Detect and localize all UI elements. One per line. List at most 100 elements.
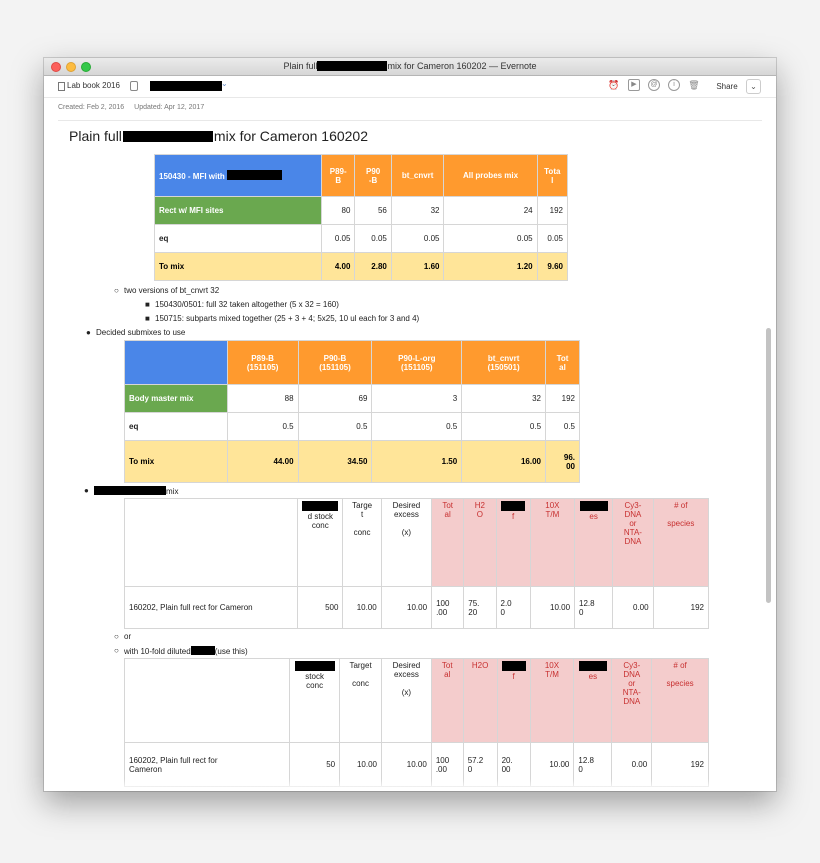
- table-header-cell[interactable]: 10X T/M: [529, 498, 576, 587]
- table-cell[interactable]: 9.60: [536, 252, 569, 281]
- table-cell[interactable]: 192: [536, 196, 569, 225]
- table-cell[interactable]: 100 .00: [431, 586, 465, 629]
- table-cell[interactable]: 0.05: [536, 224, 569, 253]
- table-cell[interactable]: 4.00: [321, 252, 356, 281]
- table-header-cell[interactable]: P90-L-org (151105): [371, 340, 463, 385]
- table-header-cell[interactable]: f: [495, 498, 531, 587]
- table-cell[interactable]: 32: [390, 196, 445, 225]
- table-cell[interactable]: 1.50: [371, 440, 463, 483]
- table-header-cell[interactable]: Tot al: [431, 498, 465, 587]
- table-cell[interactable]: To mix: [153, 252, 323, 281]
- at-icon[interactable]: @: [648, 79, 660, 91]
- table-cell[interactable]: To mix: [124, 440, 228, 483]
- fade-overlay: [44, 779, 776, 791]
- share-dropdown-icon[interactable]: ⌄: [746, 79, 761, 94]
- table-cell[interactable]: 160202, Plain full rect for Cameron: [123, 586, 299, 629]
- table-cell[interactable]: 0.5: [545, 412, 580, 441]
- table-header-cell[interactable]: P90-B (151105): [297, 340, 373, 385]
- table-row: Rect w/ MFI sites 80 56 32 24 192: [153, 196, 569, 225]
- table-header-cell[interactable]: P89- B: [321, 154, 356, 197]
- table-header-cell[interactable]: Desired excess (x): [380, 658, 432, 743]
- table-header-cell[interactable]: H2 O: [463, 498, 497, 587]
- table-header-cell[interactable]: es: [573, 658, 613, 743]
- title-bar[interactable]: Plain full mix for Cameron 160202 — Evern…: [44, 58, 776, 76]
- note-title[interactable]: Plain full mix for Cameron 160202: [69, 128, 368, 144]
- table-header-cell[interactable]: d stock conc: [297, 498, 344, 587]
- table-cell[interactable]: 88: [226, 384, 299, 413]
- table-header-cell[interactable]: P89-B (151105): [226, 340, 299, 385]
- table-cell[interactable]: 0.5: [371, 412, 463, 441]
- table-header-cell[interactable]: Target conc: [339, 658, 382, 743]
- table-header-cell[interactable]: Tot al: [545, 340, 580, 385]
- table-cell[interactable]: 80: [321, 196, 356, 225]
- table-header-cell[interactable]: # of species: [651, 658, 709, 743]
- redaction-bar: [122, 131, 213, 142]
- table-cell[interactable]: Rect w/ MFI sites: [153, 196, 323, 225]
- table-cell[interactable]: 32: [461, 384, 547, 413]
- table-cell[interactable]: 44.00: [226, 440, 299, 483]
- table-cell[interactable]: 192: [545, 384, 580, 413]
- table-header-cell[interactable]: P90 -B: [354, 154, 392, 197]
- table-header-cell[interactable]: bt_cnvrt: [390, 154, 445, 197]
- table-cell[interactable]: 56: [354, 196, 392, 225]
- trash-icon[interactable]: 🗑: [688, 79, 700, 91]
- table-cell[interactable]: 0.5: [226, 412, 299, 441]
- table-cell[interactable]: 500: [297, 586, 344, 629]
- table-header-cell[interactable]: H2O: [462, 658, 498, 743]
- table-header-cell[interactable]: [123, 658, 291, 743]
- table-cell[interactable]: 0.5: [297, 412, 373, 441]
- table-header-cell[interactable]: Cy3- DNA or NTA- DNA: [611, 658, 653, 743]
- table-header-cell[interactable]: # of species: [652, 498, 710, 587]
- table-cell[interactable]: 75. 20: [463, 586, 497, 629]
- table-cell[interactable]: 0.05: [390, 224, 445, 253]
- mfi-mix-table: 150430 - MFI with P89- B P90 -B bt_cnvrt…: [153, 154, 569, 281]
- table-header-cell[interactable]: stock conc: [289, 658, 341, 743]
- table-header-cell[interactable]: [123, 498, 299, 587]
- table-cell[interactable]: 2.80: [354, 252, 392, 281]
- table-header-cell[interactable]: Tot al: [430, 658, 464, 743]
- table-cell[interactable]: 0.05: [354, 224, 392, 253]
- table-cell[interactable]: 34.50: [297, 440, 373, 483]
- share-button[interactable]: Share: [710, 79, 744, 94]
- tag-icon[interactable]: [130, 81, 138, 91]
- table-cell[interactable]: 12.8 0: [574, 586, 614, 629]
- table-header-cell[interactable]: 10X T/M: [529, 658, 575, 743]
- table-cell[interactable]: 10.00: [380, 586, 433, 629]
- table-cell[interactable]: 2.0 0: [495, 586, 531, 629]
- table-cell[interactable]: 1.60: [390, 252, 445, 281]
- table-cell[interactable]: eq: [124, 412, 228, 441]
- table-cell[interactable]: 3: [371, 384, 463, 413]
- info-icon[interactable]: i: [668, 79, 680, 91]
- table-header-cell[interactable]: Tota l: [536, 154, 569, 197]
- table-cell[interactable]: 0.05: [443, 224, 538, 253]
- notebook-selector[interactable]: Lab book 2016: [67, 81, 120, 90]
- table-cell[interactable]: 1.20: [443, 252, 538, 281]
- table-header-cell[interactable]: [124, 340, 228, 385]
- table-header-cell[interactable]: Cy3- DNA or NTA- DNA: [612, 498, 654, 587]
- table-cell[interactable]: 24: [443, 196, 538, 225]
- table-header-cell[interactable]: bt_cnvrt (150501): [461, 340, 547, 385]
- table-cell[interactable]: 69: [297, 384, 373, 413]
- table-header-row: d stock conc Targe t conc Desired excess…: [123, 498, 710, 587]
- table-cell[interactable]: 10.00: [342, 586, 382, 629]
- table-header-cell[interactable]: All probes mix: [443, 154, 538, 197]
- table-cell[interactable]: 0.00: [612, 586, 654, 629]
- alarm-icon[interactable]: ⏰: [608, 79, 620, 91]
- tag-dropdown-icon[interactable]: ⌄: [221, 79, 228, 88]
- table-cell[interactable]: 0.05: [321, 224, 356, 253]
- table-cell[interactable]: 16.00: [461, 440, 547, 483]
- presentation-icon[interactable]: ▶: [628, 79, 640, 91]
- table-header-cell[interactable]: es: [574, 498, 614, 587]
- table-cell[interactable]: 0.5: [461, 412, 547, 441]
- table-cell[interactable]: Body master mix: [124, 384, 228, 413]
- table-cell[interactable]: eq: [153, 224, 323, 253]
- table-cell[interactable]: 10.00: [529, 586, 576, 629]
- table-cell[interactable]: 192: [652, 586, 710, 629]
- table-header-cell[interactable]: Targe t conc: [342, 498, 382, 587]
- table-header-cell[interactable]: 150430 - MFI with: [153, 154, 323, 197]
- table-header-cell[interactable]: Desired excess (x): [380, 498, 433, 587]
- tag-field[interactable]: [150, 81, 222, 91]
- table-cell[interactable]: 96. 00: [545, 440, 580, 483]
- scrollbar-thumb[interactable]: [766, 328, 771, 603]
- table-header-cell[interactable]: f: [496, 658, 531, 743]
